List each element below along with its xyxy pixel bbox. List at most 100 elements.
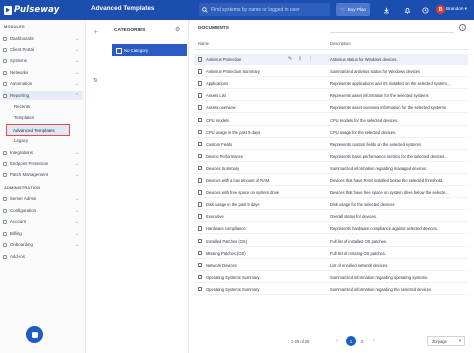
gear-icon[interactable]: ⚙ bbox=[175, 26, 180, 33]
table-row[interactable]: Operating Systems Summary Summarized info… bbox=[194, 284, 468, 295]
sidebar-item-systems[interactable]: Systems ⌄ bbox=[3, 56, 83, 65]
document-name[interactable]: CPU usage in the past 5 days bbox=[206, 130, 260, 135]
sidebar-item-label: Patch Management bbox=[10, 172, 49, 177]
page-next-number[interactable]: 2 bbox=[361, 339, 363, 344]
table-row[interactable]: Installed Patches (OS) Full list of insta… bbox=[194, 236, 468, 247]
table-row[interactable]: Applications Represents applications and … bbox=[194, 78, 468, 90]
clock-icon[interactable] bbox=[420, 5, 430, 15]
sidebar-item-reporting[interactable]: Reporting ⌃ bbox=[3, 91, 83, 100]
document-icon bbox=[198, 190, 202, 195]
categories-heading: CATEGORIES bbox=[114, 28, 146, 33]
table-row[interactable]: Devices with a low amount of RAM Devices … bbox=[194, 175, 468, 186]
bell-icon[interactable] bbox=[402, 5, 412, 15]
table-row[interactable]: Device Performance Represents basic perfo… bbox=[194, 151, 468, 162]
modules-heading: MODULES bbox=[4, 24, 25, 29]
sidebar-item-dashboards[interactable]: Dashboards ⌄ bbox=[3, 34, 83, 43]
document-name[interactable]: Installed Patches (OS) bbox=[206, 239, 247, 244]
document-description: Antivirus status for Windows devices. bbox=[330, 57, 398, 62]
document-name[interactable]: Executive bbox=[206, 214, 224, 219]
global-search[interactable] bbox=[199, 3, 330, 16]
column-header-description[interactable]: Description bbox=[330, 41, 350, 46]
sidebar-item-onboarding[interactable]: Onboarding ⌄ bbox=[3, 240, 83, 249]
document-name[interactable]: CPU models bbox=[206, 118, 229, 123]
chevron-down-icon: ⌄ bbox=[74, 160, 79, 167]
sidebar-item-label: Account bbox=[10, 219, 26, 224]
sidebar-item-configuration[interactable]: Configuration ⌄ bbox=[3, 206, 83, 215]
category-item-no-category[interactable]: No Category bbox=[112, 44, 187, 56]
table-row[interactable]: Assets overview Represents asset overview… bbox=[194, 102, 468, 114]
user-name[interactable]: Brandon ▾ bbox=[446, 6, 467, 12]
document-description: Summarized antivirus status for Windows … bbox=[330, 69, 421, 75]
next-page-icon[interactable]: › bbox=[373, 338, 375, 344]
table-row[interactable]: Network Devices List of enrolled network … bbox=[194, 260, 468, 271]
document-name[interactable]: Assets List bbox=[206, 93, 226, 98]
chevron-down-icon: ⌄ bbox=[74, 57, 79, 64]
document-name[interactable]: Operating Systems Summary bbox=[206, 287, 259, 292]
sidebar-item-client-portal[interactable]: Client Portal ⌄ bbox=[3, 45, 83, 54]
download-icon[interactable] bbox=[381, 5, 391, 15]
info-icon[interactable]: i bbox=[459, 24, 466, 31]
sidebar-item-server-admin[interactable]: Server Admin ⌄ bbox=[3, 194, 83, 203]
table-row[interactable]: Executive Overall status for devices. bbox=[194, 211, 468, 223]
add-icon[interactable]: ＋ bbox=[93, 28, 99, 36]
top-bar: Pulseway Advanced Templates 🛒 Buy Plan B… bbox=[0, 0, 474, 20]
search-input[interactable] bbox=[211, 6, 329, 13]
table-row[interactable]: Antivirus Protection Summary Summarized a… bbox=[194, 66, 468, 78]
document-name[interactable]: Antivirus Protection Summary bbox=[206, 69, 260, 74]
sidebar-item-add-ins[interactable]: Add-ins bbox=[3, 252, 83, 261]
dashboard-icon bbox=[3, 36, 7, 41]
document-description: Summarized information regarding managed… bbox=[330, 165, 428, 171]
document-name[interactable]: Hardware compliance bbox=[206, 226, 246, 231]
table-row[interactable]: Operating Systems Summary Summarized info… bbox=[194, 272, 468, 283]
avatar[interactable]: B bbox=[436, 5, 445, 14]
table-row[interactable]: Devices with free space on system drive D… bbox=[194, 187, 468, 199]
logo[interactable]: Pulseway bbox=[4, 4, 59, 16]
edit-icon[interactable]: ✎ bbox=[288, 56, 292, 62]
document-name[interactable]: Devices with free space on system drive bbox=[206, 190, 279, 195]
share-icon[interactable]: ⇪ bbox=[298, 56, 302, 62]
table-row[interactable]: Assets List Represents asset information … bbox=[194, 90, 468, 102]
sidebar-subitem-legacy[interactable]: Legacy bbox=[14, 138, 28, 143]
page-title: Advanced Templates bbox=[91, 5, 155, 12]
table-row[interactable]: Missing Patches (OS) Full list of missing… bbox=[194, 248, 468, 259]
document-description: Devices that have free space on system d… bbox=[330, 190, 449, 196]
sidebar-item-endpoint-protection[interactable]: Endpoint Protection ⌄ bbox=[3, 159, 83, 168]
documents-search-input[interactable] bbox=[330, 23, 454, 33]
table-row[interactable]: Hardware compliance Represents hardware c… bbox=[194, 223, 468, 235]
table-row[interactable]: Antivirus Protection Antivirus status for… bbox=[194, 54, 468, 65]
document-name[interactable]: Devices with a low amount of RAM bbox=[206, 178, 269, 183]
table-row[interactable]: Disk usage in the past 5 days Disk usage … bbox=[194, 199, 468, 211]
sidebar-item-integrations[interactable]: Integrations ⌄ bbox=[3, 148, 83, 157]
previous-page-icon[interactable]: ‹ bbox=[336, 338, 338, 344]
more-icon[interactable]: ⋮ bbox=[308, 56, 313, 62]
document-name[interactable]: Devices Summary bbox=[206, 166, 239, 171]
column-header-name[interactable]: Name bbox=[198, 41, 209, 46]
table-row[interactable]: CPU usage in the past 5 days CPU usage fo… bbox=[194, 127, 468, 138]
document-name[interactable]: Operating Systems Summary bbox=[206, 275, 259, 280]
sidebar-subitem-advanced-templates[interactable]: Advanced Templates bbox=[6, 124, 70, 136]
sidebar-item-billing[interactable]: Billing ⌄ bbox=[3, 229, 83, 238]
document-name[interactable]: Missing Patches (OS) bbox=[206, 251, 246, 256]
table-row[interactable]: Custom Fields Represents custom fields on… bbox=[194, 139, 468, 150]
sidebar-item-networks[interactable]: Networks ⌄ bbox=[3, 68, 83, 77]
per-page-select[interactable]: 20/page bbox=[427, 336, 465, 346]
buy-plan-button[interactable]: 🛒 Buy Plan bbox=[336, 3, 370, 16]
document-name[interactable]: Device Performance bbox=[206, 154, 243, 159]
table-row[interactable]: CPU models CPU models for the selected de… bbox=[194, 115, 468, 126]
sidebar-item-account[interactable]: Account ⌄ bbox=[3, 217, 83, 226]
sidebar-item-patch-management[interactable]: Patch Management ⌄ bbox=[3, 170, 83, 179]
document-name[interactable]: Applications bbox=[206, 81, 228, 86]
page-current[interactable]: 1 bbox=[346, 336, 356, 346]
sidebar-subitem-recents[interactable]: Recents bbox=[14, 104, 30, 109]
document-name[interactable]: Custom Fields bbox=[206, 142, 232, 147]
document-name[interactable]: Antivirus Protection bbox=[206, 57, 241, 62]
chevron-down-icon: ▾ bbox=[464, 6, 467, 11]
sidebar-item-automation[interactable]: Automation ⌄ bbox=[3, 79, 83, 88]
document-name[interactable]: Network Devices bbox=[206, 263, 237, 268]
table-row[interactable]: Devices Summary Summarized information re… bbox=[194, 163, 468, 174]
sort-icon[interactable]: ⇅ bbox=[93, 78, 98, 84]
chat-button[interactable] bbox=[26, 326, 43, 343]
document-name[interactable]: Assets overview bbox=[206, 105, 236, 110]
sidebar-subitem-templates[interactable]: Templates bbox=[14, 115, 34, 120]
document-name[interactable]: Disk usage in the past 5 days bbox=[206, 202, 259, 207]
